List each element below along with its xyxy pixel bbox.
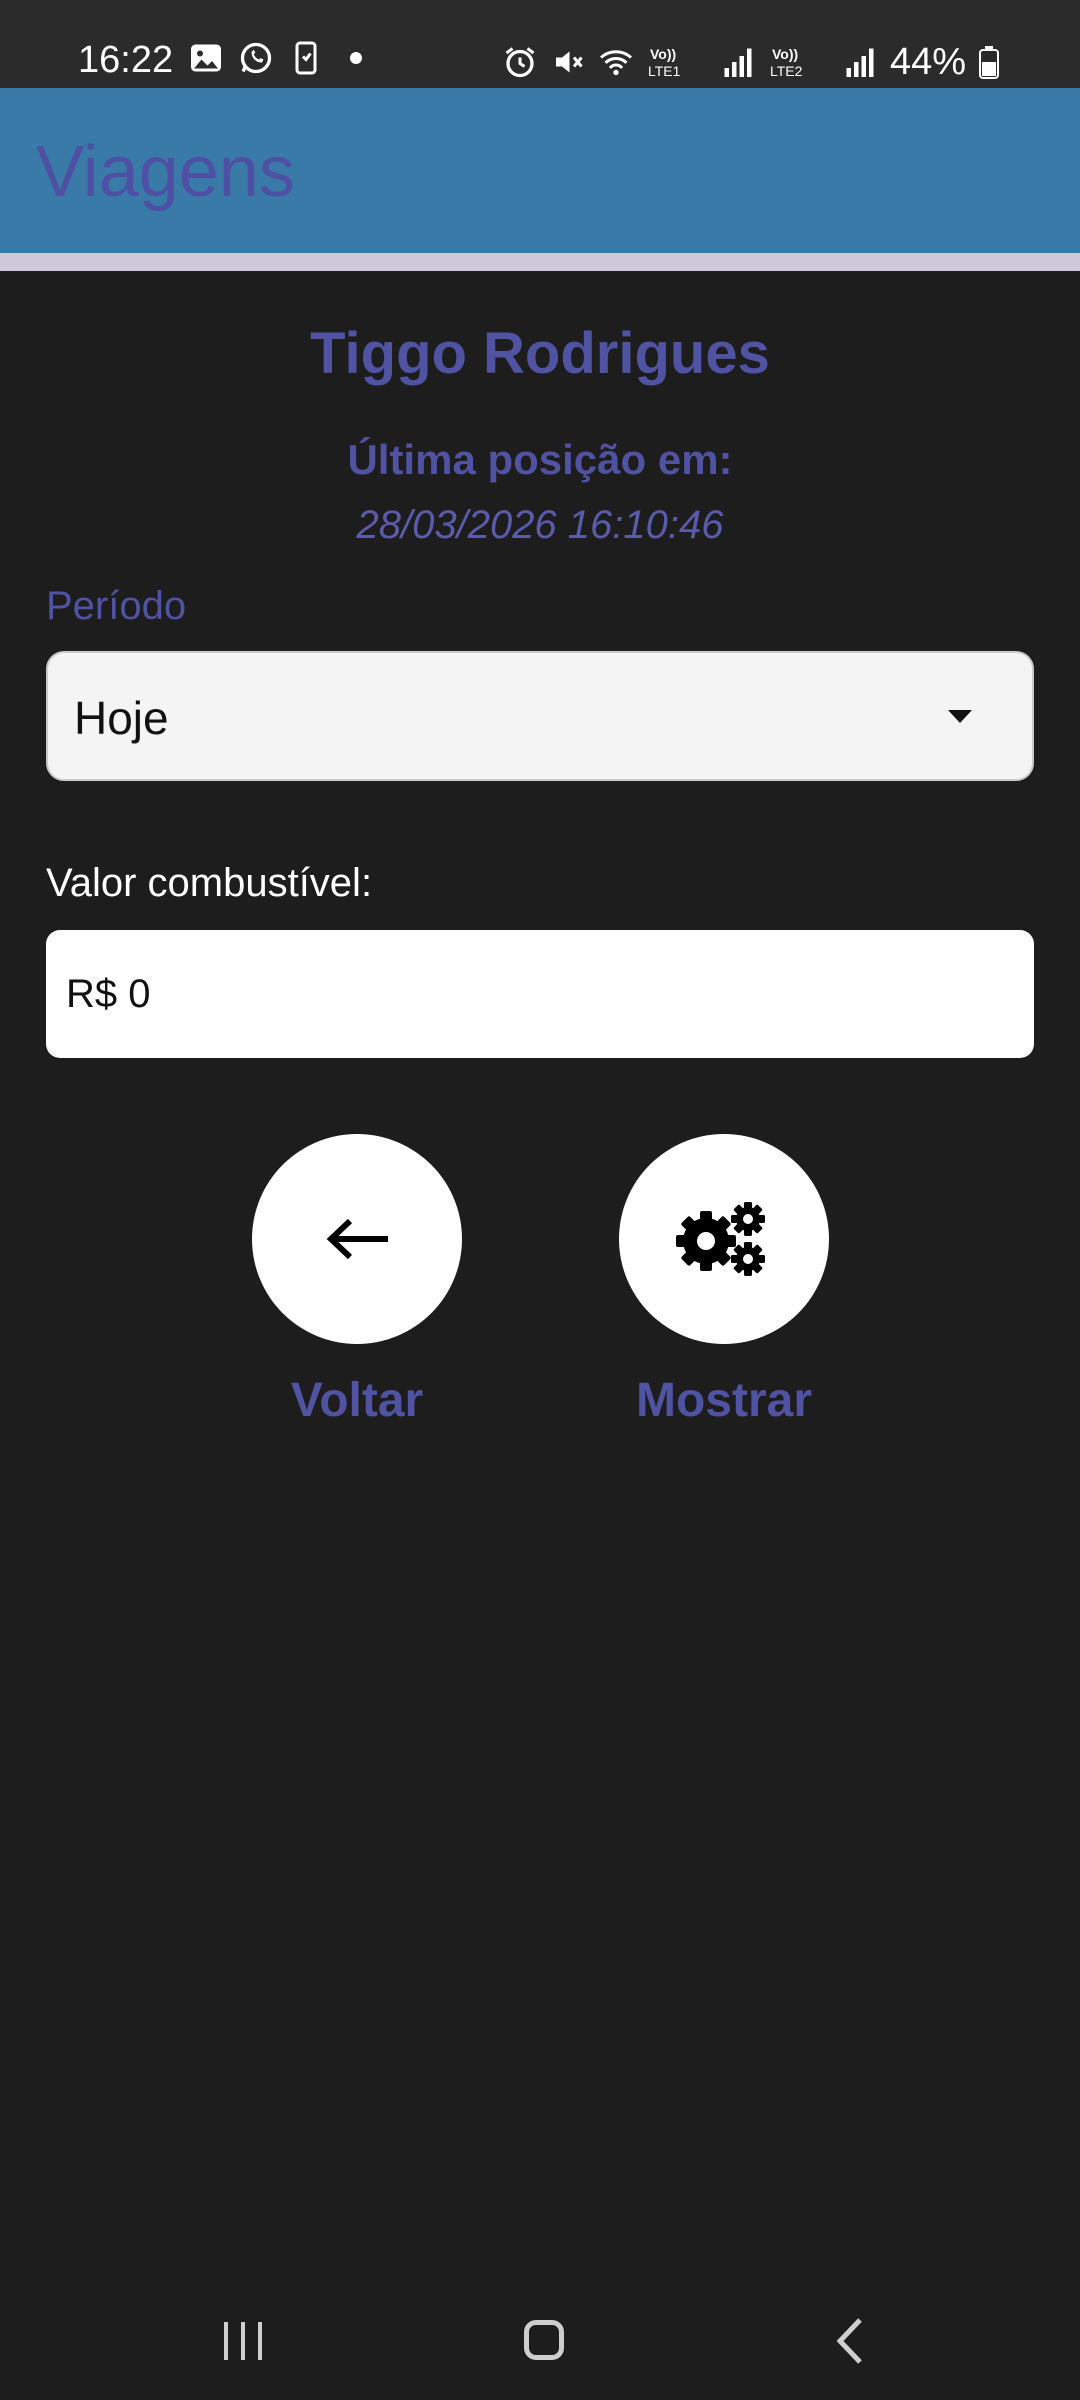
home-icon[interactable] <box>524 2320 564 2360</box>
last-position-timestamp: 28/03/2026 16:10:46 <box>356 503 724 547</box>
signal-icon <box>724 48 752 77</box>
lte2-icon: Vo)) LTE2 <box>770 46 803 79</box>
lte1-icon: Vo)) LTE1 <box>648 46 681 79</box>
wifi-icon <box>599 50 632 76</box>
period-select[interactable]: Hoje <box>46 651 1034 781</box>
signal-icon <box>846 48 874 77</box>
svg-text:LTE2: LTE2 <box>770 63 803 79</box>
svg-text:LTE1: LTE1 <box>648 63 681 79</box>
system-nav-bar <box>0 2240 1080 2400</box>
arrow-left-icon <box>326 1218 388 1260</box>
svg-text:Vo)): Vo)) <box>650 46 676 62</box>
app-bar: Viagens <box>0 88 1080 253</box>
period-selected-value: Hoje <box>74 692 169 744</box>
dropdown-arrow-icon <box>948 710 972 723</box>
period-label: Período <box>46 584 187 628</box>
fuel-value-input[interactable] <box>46 930 1034 1058</box>
vehicle-name: Tiggo Rodrigues <box>310 321 770 386</box>
whatsapp-icon <box>240 42 272 74</box>
last-position-label: Última posição em: <box>347 436 733 483</box>
battery-icon <box>979 46 999 79</box>
fuel-value-label: Valor combustível: <box>46 861 373 905</box>
status-bar: 16:22 Vo)) LTE1 Vo)) LTE2 44% <box>0 0 1080 88</box>
app-bar-divider <box>0 253 1080 271</box>
status-time: 16:22 <box>78 39 174 81</box>
svg-text:Vo)): Vo)) <box>772 46 798 62</box>
app-title: Viagens <box>36 132 295 212</box>
back-button-label[interactable]: Voltar <box>207 1370 507 1432</box>
back-icon[interactable] <box>830 2316 870 2366</box>
gears-icon <box>676 1202 765 1276</box>
alarm-icon <box>505 47 535 78</box>
battery-percentage: 44% <box>889 41 966 83</box>
gallery-icon <box>191 44 221 72</box>
show-button-label[interactable]: Mostrar <box>574 1370 874 1432</box>
mute-icon <box>555 51 583 73</box>
recents-icon[interactable] <box>220 2320 266 2362</box>
phone-sync-icon <box>295 41 317 75</box>
show-button[interactable] <box>619 1134 829 1344</box>
back-button[interactable] <box>252 1134 462 1344</box>
dot-icon <box>350 52 362 64</box>
